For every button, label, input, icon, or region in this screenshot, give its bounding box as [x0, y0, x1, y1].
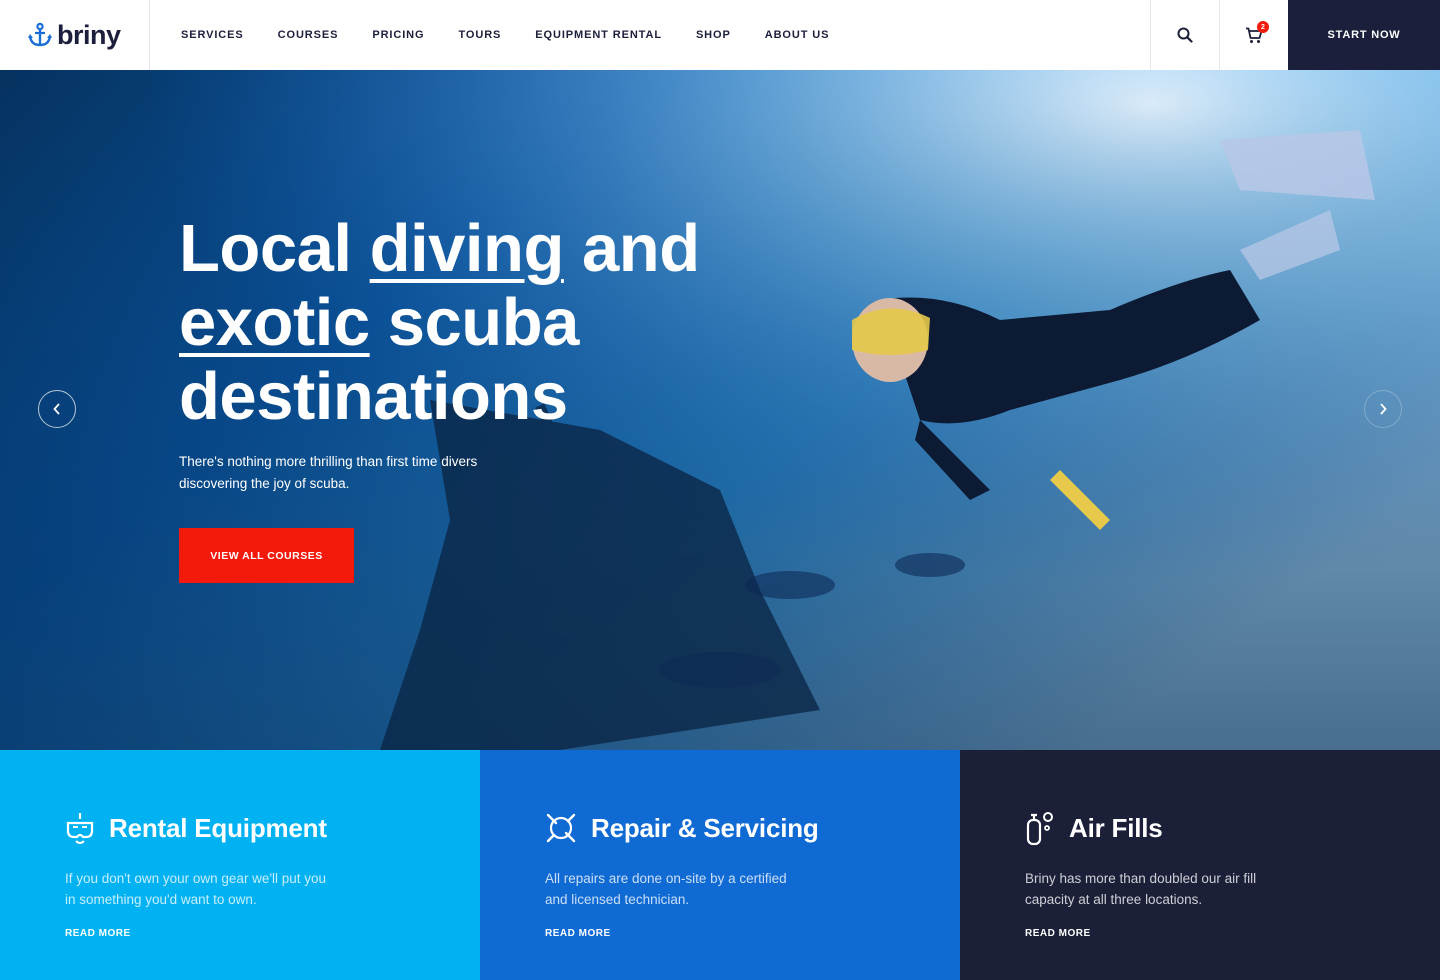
air-tank-icon	[1026, 812, 1053, 846]
feature-description: If you don't own your own gear we'll put…	[65, 868, 365, 910]
read-more-link[interactable]: READ MORE	[65, 928, 131, 939]
slider-next-button[interactable]	[1364, 390, 1402, 428]
read-more-link[interactable]: READ MORE	[545, 928, 611, 939]
feature-text-line: All repairs are done on-site by a certif…	[545, 871, 787, 886]
feature-title: Repair & Servicing	[591, 812, 819, 843]
feature-heading: Rental Equipment	[65, 810, 480, 846]
search-icon	[1177, 27, 1193, 43]
nav-item-tours[interactable]: TOURS	[458, 29, 501, 41]
feature-text-line: Briny has more than doubled our air fill	[1025, 871, 1257, 886]
chevron-left-icon	[53, 403, 60, 415]
slider-prev-button[interactable]	[38, 390, 76, 428]
hero-title-word: scuba	[387, 285, 580, 360]
feature-heading: Air Fills	[1025, 810, 1440, 846]
main-nav: SERVICES COURSES PRICING TOURS EQUIPMENT…	[150, 0, 1150, 70]
feature-rental-equipment: Rental Equipment If you don't own your o…	[0, 750, 480, 980]
hero-title-highlight: exotic	[179, 285, 370, 360]
brand-logo[interactable]: briny	[0, 0, 150, 70]
nav-item-about-us[interactable]: ABOUT US	[765, 29, 830, 41]
feature-repair-servicing: Repair & Servicing All repairs are done …	[480, 750, 960, 980]
hero-title-word: Local	[179, 211, 352, 286]
nav-item-services[interactable]: SERVICES	[181, 29, 244, 41]
hero-title-word: destinations	[179, 359, 568, 434]
chevron-right-icon	[1380, 403, 1387, 415]
cart-button[interactable]: 2	[1219, 0, 1288, 70]
feature-text-line: in something you'd want to own.	[65, 892, 257, 907]
nav-item-shop[interactable]: SHOP	[696, 29, 731, 41]
hero-subtitle-line: There's nothing more thrilling than firs…	[179, 454, 478, 469]
hero-subtitle: There's nothing more thrilling than firs…	[179, 451, 539, 495]
feature-air-fills: Air Fills Briny has more than doubled ou…	[960, 750, 1440, 980]
hero-subtitle-line: discovering the joy of scuba.	[179, 476, 350, 491]
brand-name: briny	[57, 19, 121, 50]
feature-title: Rental Equipment	[109, 812, 327, 843]
view-all-courses-button[interactable]: VIEW ALL COURSES	[179, 528, 354, 583]
nav-item-pricing[interactable]: PRICING	[372, 29, 424, 41]
hero-title-highlight: diving	[369, 211, 565, 286]
repair-tools-icon	[546, 813, 576, 843]
read-more-link[interactable]: READ MORE	[1025, 928, 1091, 939]
feature-heading: Repair & Servicing	[545, 810, 960, 846]
feature-text-line: capacity at all three locations.	[1025, 892, 1203, 907]
site-header: briny SERVICES COURSES PRICING TOURS EQU…	[0, 0, 1440, 70]
feature-description: All repairs are done on-site by a certif…	[545, 868, 845, 910]
feature-columns: Rental Equipment If you don't own your o…	[0, 750, 1440, 980]
hero-title: Local diving and exotic scuba destinatio…	[179, 212, 700, 434]
feature-title: Air Fills	[1069, 812, 1163, 843]
hero-title-word: and	[582, 211, 700, 286]
start-now-button[interactable]: START NOW	[1288, 0, 1440, 70]
nav-item-courses[interactable]: COURSES	[278, 29, 339, 41]
cart-count-badge: 2	[1257, 21, 1269, 33]
snorkel-mask-icon	[66, 813, 94, 844]
search-button[interactable]	[1150, 0, 1219, 70]
feature-text-line: and licensed technician.	[545, 892, 690, 907]
hero-slider: Local diving and exotic scuba destinatio…	[0, 70, 1440, 750]
anchor-icon	[28, 22, 52, 47]
nav-item-equipment-rental[interactable]: EQUIPMENT RENTAL	[535, 29, 662, 41]
feature-text-line: If you don't own your own gear we'll put…	[65, 871, 327, 886]
feature-description: Briny has more than doubled our air fill…	[1025, 868, 1325, 910]
